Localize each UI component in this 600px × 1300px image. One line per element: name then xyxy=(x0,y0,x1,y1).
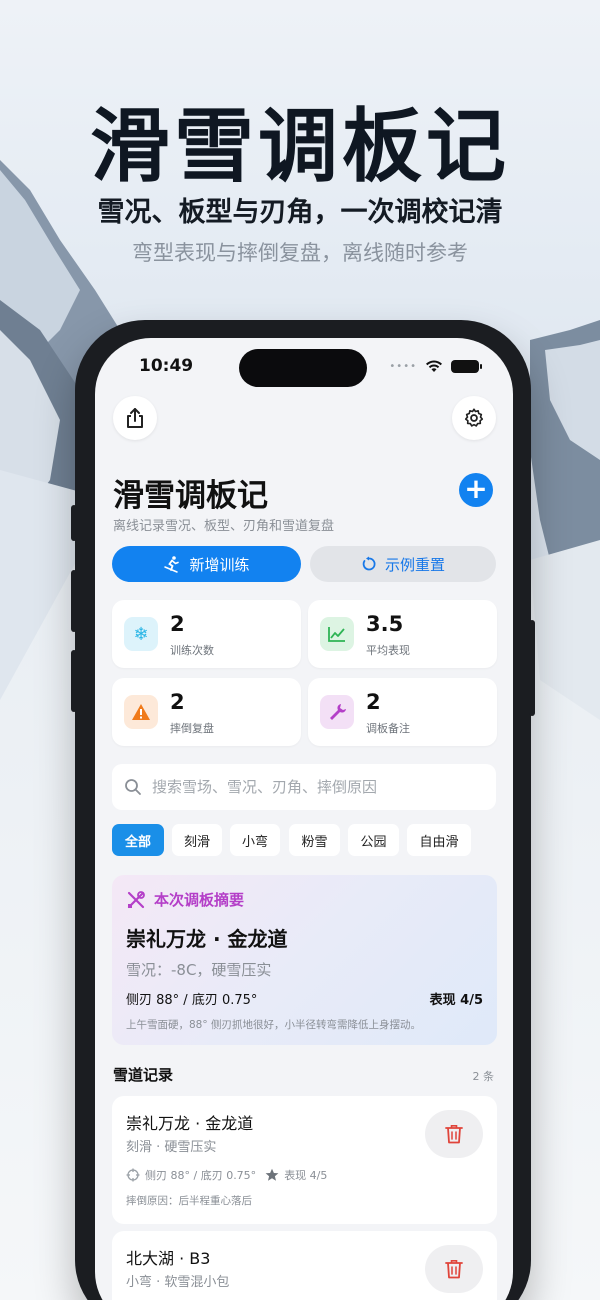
stat-label: 平均表现 xyxy=(366,644,410,657)
reset-example-label: 示例重置 xyxy=(384,555,445,574)
share-icon xyxy=(127,408,143,428)
filter-chip-short-turns[interactable]: 小弯 xyxy=(230,824,280,856)
summary-edge-angles: 侧刃 88° / 底刃 0.75° xyxy=(126,993,258,1008)
app-title: 滑雪调板记 xyxy=(113,478,268,514)
trash-icon xyxy=(445,1260,463,1279)
record-edge-angles: 侧刃 88° / 底刃 0.75° xyxy=(145,1169,257,1182)
stat-value: 3.5 xyxy=(366,612,404,636)
new-training-label: 新增训练 xyxy=(189,555,250,574)
stat-value: 2 xyxy=(170,612,185,636)
records-section-title: 雪道记录 xyxy=(113,1066,174,1084)
stat-label: 摔倒复盘 xyxy=(170,722,214,735)
stat-card-fall-review[interactable]: 2 摔倒复盘 xyxy=(112,678,301,746)
share-button[interactable] xyxy=(113,396,157,440)
settings-button[interactable] xyxy=(452,396,496,440)
warning-icon xyxy=(124,695,158,729)
reset-example-button[interactable]: 示例重置 xyxy=(310,546,496,582)
search-bar[interactable] xyxy=(112,764,496,810)
record-subtitle: 小弯 · 软雪混小包 xyxy=(126,1275,230,1290)
stat-card-tuning-notes[interactable]: 2 调板备注 xyxy=(308,678,497,746)
phone-volume-up xyxy=(71,570,77,632)
stat-label: 训练次数 xyxy=(170,644,214,657)
signal-dots-icon: •••• xyxy=(389,361,417,372)
stat-label: 调板备注 xyxy=(366,722,410,735)
stat-card-training-count[interactable]: ❄ 2 训练次数 xyxy=(112,600,301,668)
filter-chip-freeride[interactable]: 自由滑 xyxy=(407,824,471,856)
delete-record-button[interactable] xyxy=(425,1110,483,1158)
promo-headline: 滑雪调板记 xyxy=(90,100,510,193)
battery-icon xyxy=(451,360,482,373)
filter-chip-park[interactable]: 公园 xyxy=(348,824,399,856)
skier-icon xyxy=(164,556,180,573)
filter-chip-powder[interactable]: 粉雪 xyxy=(289,824,340,856)
crosshair-icon xyxy=(126,1168,140,1182)
phone-power-button xyxy=(529,620,535,716)
summary-note: 上午雪面硬，88° 侧刃抓地很好，小半径转弯需降低上身摆动。 xyxy=(126,1019,421,1031)
promo-tagline: 弯型表现与摔倒复盘，离线随时参考 xyxy=(132,241,468,265)
summary-condition: 雪况：-8C，硬雪压实 xyxy=(126,961,272,979)
stat-card-average-score[interactable]: 3.5 平均表现 xyxy=(308,600,497,668)
record-title: 崇礼万龙 · 金龙道 xyxy=(126,1114,254,1133)
snowflake-glyph: ❄ xyxy=(133,623,149,645)
gear-icon xyxy=(464,408,484,427)
record-card[interactable]: 崇礼万龙 · 金龙道 刻滑 · 硬雪压实 侧刃 88° / 底刃 0.75° 表… xyxy=(112,1096,497,1224)
trend-chart-icon xyxy=(320,617,354,651)
wrench-icon xyxy=(320,695,354,729)
summary-title: 崇礼万龙 · 金龙道 xyxy=(126,927,288,951)
dynamic-island xyxy=(239,349,367,387)
search-icon xyxy=(125,779,141,795)
trash-icon xyxy=(445,1125,463,1144)
filter-chip-carving[interactable]: 刻滑 xyxy=(172,824,222,856)
delete-record-button[interactable] xyxy=(425,1245,483,1293)
snowflake-icon: ❄ xyxy=(124,617,158,651)
reset-icon xyxy=(362,556,376,571)
new-training-button[interactable]: 新增训练 xyxy=(112,546,301,582)
record-card[interactable]: 北大湖 · B3 小弯 · 软雪混小包 xyxy=(112,1231,497,1300)
status-indicators: •••• xyxy=(389,360,482,373)
record-score: 表现 4/5 xyxy=(284,1169,328,1182)
summary-score: 表现 4/5 xyxy=(429,993,483,1008)
app-subtitle: 离线记录雪况、板型、刃角和雪道复盘 xyxy=(113,519,335,534)
summary-heading: 本次调板摘要 xyxy=(126,889,244,910)
status-time: 10:49 xyxy=(139,356,194,376)
record-fall-reason: 摔倒原因：后半程重心落后 xyxy=(126,1195,252,1207)
filter-chip-all[interactable]: 全部 xyxy=(112,824,164,856)
tuning-summary-card[interactable]: 本次调板摘要 崇礼万龙 · 金龙道 雪况：-8C，硬雪压实 侧刃 88° / 底… xyxy=(112,875,497,1045)
stat-value: 2 xyxy=(366,690,381,714)
record-subtitle: 刻滑 · 硬雪压实 xyxy=(126,1140,217,1155)
promo-subline: 雪况、板型与刃角，一次调校记清 xyxy=(97,197,503,228)
app-screen: 10:49 •••• 滑雪调板记 离线记录雪况、板型、刃角和雪道复盘 + 新增训… xyxy=(95,338,513,1300)
wifi-icon xyxy=(426,360,442,372)
phone-volume-down xyxy=(71,650,77,712)
record-title: 北大湖 · B3 xyxy=(126,1249,211,1268)
records-count: 2 条 xyxy=(472,1070,495,1083)
tools-icon xyxy=(127,890,145,908)
star-icon xyxy=(265,1168,279,1181)
phone-side-button xyxy=(71,505,77,541)
stat-value: 2 xyxy=(170,690,185,714)
summary-heading-label: 本次调板摘要 xyxy=(154,891,245,909)
search-input[interactable] xyxy=(152,778,472,796)
add-button[interactable]: + xyxy=(459,473,493,507)
record-meta: 侧刃 88° / 底刃 0.75° 表现 4/5 xyxy=(126,1167,327,1183)
